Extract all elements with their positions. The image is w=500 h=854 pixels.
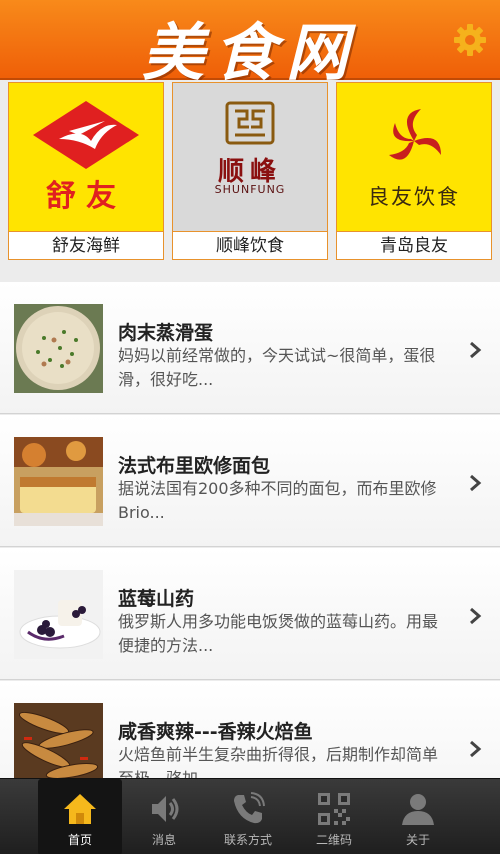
- brand-name: 青岛良友: [337, 231, 491, 259]
- tab-label: 关于: [405, 833, 430, 847]
- recipe-thumbnail: [14, 437, 103, 526]
- recipe-thumbnail: [14, 304, 103, 393]
- list-item[interactable]: 法式布里欧修面包 据说法国有200多种不同的面包，而布里欧修Brio...: [0, 415, 500, 547]
- recipe-title: 蓝莓山药: [118, 588, 195, 610]
- brand-logo-text: 舒友: [46, 179, 126, 214]
- chevron-right-icon: [470, 607, 482, 625]
- brand-logo-shuyou: 舒友: [9, 83, 163, 231]
- chevron-right-icon: [470, 341, 482, 359]
- brand-card-shunfeng[interactable]: 顺峰 SHUNFUNG 顺峰饮食: [172, 82, 328, 260]
- bottom-tab-bar: 首页 消息 联系方式 二维码 关于: [0, 778, 500, 854]
- tab-qrcode[interactable]: 二维码: [292, 779, 376, 854]
- list-item[interactable]: 蓝莓山药 俄罗斯人用多功能电饭煲做的蓝莓山药。用最便捷的方法...: [0, 548, 500, 680]
- chevron-right-icon: [470, 474, 482, 492]
- brand-card-shuyou[interactable]: 舒友 舒友海鲜: [8, 82, 164, 260]
- user-icon: [402, 794, 434, 825]
- brand-logo-liangyou: 良友饮食: [337, 83, 491, 231]
- qrcode-icon: [318, 793, 350, 825]
- list-item[interactable]: 肉末蒸滑蛋 妈妈以前经常做的，今天试试~很简单，蛋很滑，很好吃...: [0, 282, 500, 414]
- header-bar: 美食网: [0, 0, 500, 89]
- home-icon: [64, 794, 96, 824]
- recipe-description: 据说法国有200多种不同的面包，而布里欧修Brio...: [118, 479, 437, 522]
- speaker-icon: [152, 796, 179, 822]
- tab-home[interactable]: 首页: [38, 779, 122, 854]
- brand-grid: 舒友 舒友海鲜 顺峰 SHUNFUNG 顺峰饮食 良友饮食 青岛良友: [0, 80, 500, 264]
- brand-logo-text: 良友饮食: [368, 185, 460, 209]
- phone-icon: [234, 792, 265, 824]
- recipe-title: 肉末蒸滑蛋: [118, 322, 214, 344]
- brand-logo-shunfeng: 顺峰 SHUNFUNG: [173, 83, 327, 231]
- tab-messages[interactable]: 消息: [122, 779, 206, 854]
- tab-about[interactable]: 关于: [376, 779, 460, 854]
- recipe-description: 妈妈以前经常做的，今天试试~很简单，蛋很滑，很好吃...: [118, 346, 436, 389]
- recipe-thumbnail: [14, 570, 103, 659]
- brand-name: 顺峰饮食: [173, 231, 327, 259]
- recipe-title: 法式布里欧修面包: [118, 455, 271, 477]
- brand-card-liangyou[interactable]: 良友饮食 青岛良友: [336, 82, 492, 260]
- recipe-description: 俄罗斯人用多功能电饭煲做的蓝莓山药。用最便捷的方法...: [118, 612, 439, 655]
- app-logo-title: 美食网: [141, 16, 358, 89]
- chevron-right-icon: [470, 740, 482, 758]
- gear-icon[interactable]: [452, 22, 488, 58]
- tab-contact[interactable]: 联系方式: [206, 779, 290, 854]
- recipe-title: 咸香爽辣---香辣火焙鱼: [118, 721, 313, 743]
- brand-name: 舒友海鲜: [9, 231, 163, 259]
- brand-logo-subtext: SHUNFUNG: [214, 183, 286, 196]
